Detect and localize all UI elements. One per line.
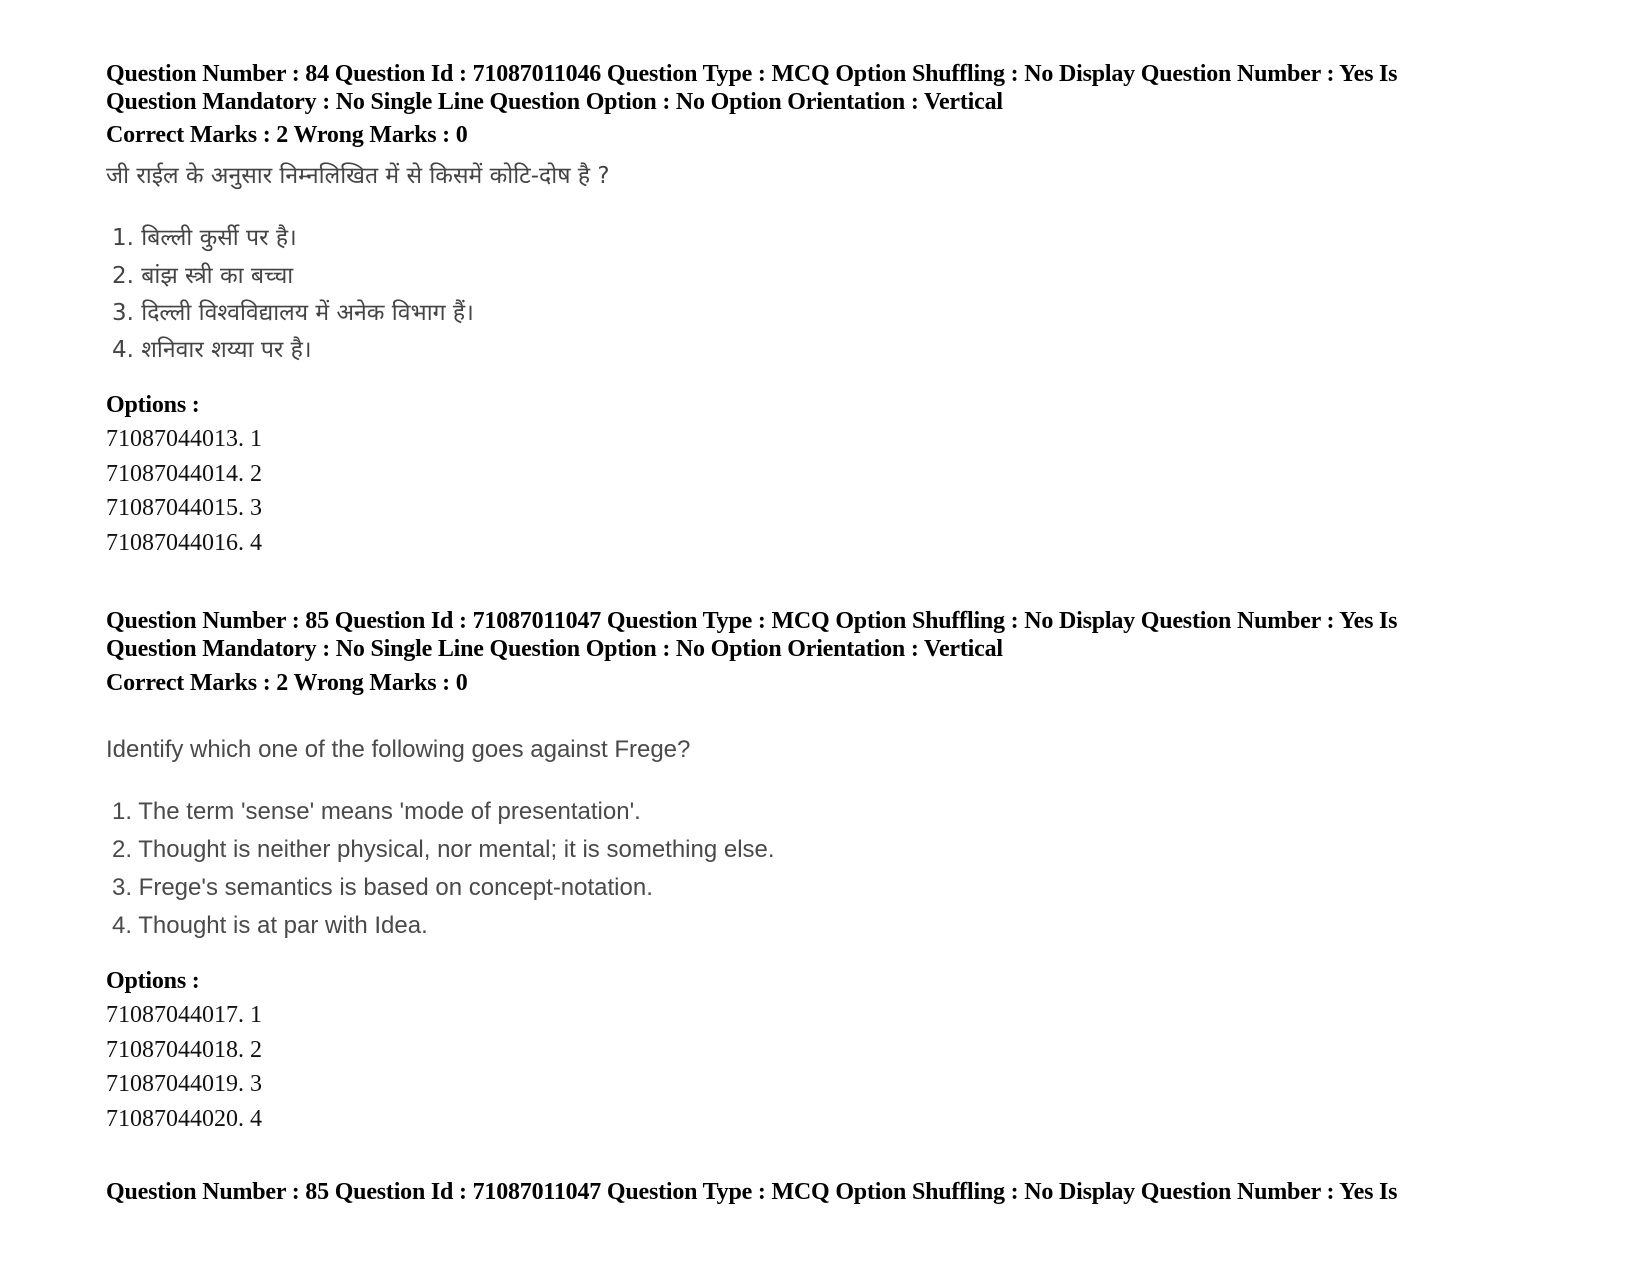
question-header-line1: Question Number : 85 Question Id : 71087… — [106, 608, 1398, 634]
question-text: Identify which one of the following goes… — [106, 736, 691, 763]
question-marks: Correct Marks : 2 Wrong Marks : 0 — [106, 670, 468, 696]
question-item: 1. The term 'sense' means 'mode of prese… — [112, 798, 641, 825]
trailing-question-header: Question Number : 85 Question Id : 71087… — [106, 1179, 1398, 1205]
question-header-line1: Question Number : 84 Question Id : 71087… — [106, 61, 1398, 87]
question-marks: Correct Marks : 2 Wrong Marks : 0 — [106, 122, 468, 148]
question-item: 3. दिल्ली विश्वविद्यालय में अनेक विभाग ह… — [112, 300, 474, 326]
question-header-line2: Question Mandatory : No Single Line Ques… — [106, 89, 1003, 115]
option-item: 71087044017. 1 — [106, 1002, 262, 1028]
question-item: 2. Thought is neither physical, nor ment… — [112, 836, 775, 863]
question-item: 1. बिल्ली कुर्सी पर है। — [112, 225, 297, 251]
question-item: 4. Thought is at par with Idea. — [112, 912, 428, 939]
option-item: 71087044019. 3 — [106, 1071, 262, 1097]
option-item: 71087044020. 4 — [106, 1106, 262, 1132]
options-label: Options : — [106, 968, 200, 994]
option-item: 71087044018. 2 — [106, 1037, 262, 1063]
question-item: 3. Frege's semantics is based on concept… — [112, 874, 653, 901]
option-item: 71087044015. 3 — [106, 495, 262, 521]
question-item: 4. शनिवार शय्या पर है। — [112, 337, 312, 363]
option-item: 71087044016. 4 — [106, 530, 262, 556]
question-item: 2. बांझ स्त्री का बच्चा — [112, 263, 294, 289]
option-item: 71087044014. 2 — [106, 461, 262, 487]
question-header-line2: Question Mandatory : No Single Line Ques… — [106, 636, 1003, 662]
question-text: जी राईल के अनुसार निम्नलिखित में से किसम… — [106, 163, 610, 189]
options-label: Options : — [106, 392, 200, 418]
option-item: 71087044013. 1 — [106, 426, 262, 452]
